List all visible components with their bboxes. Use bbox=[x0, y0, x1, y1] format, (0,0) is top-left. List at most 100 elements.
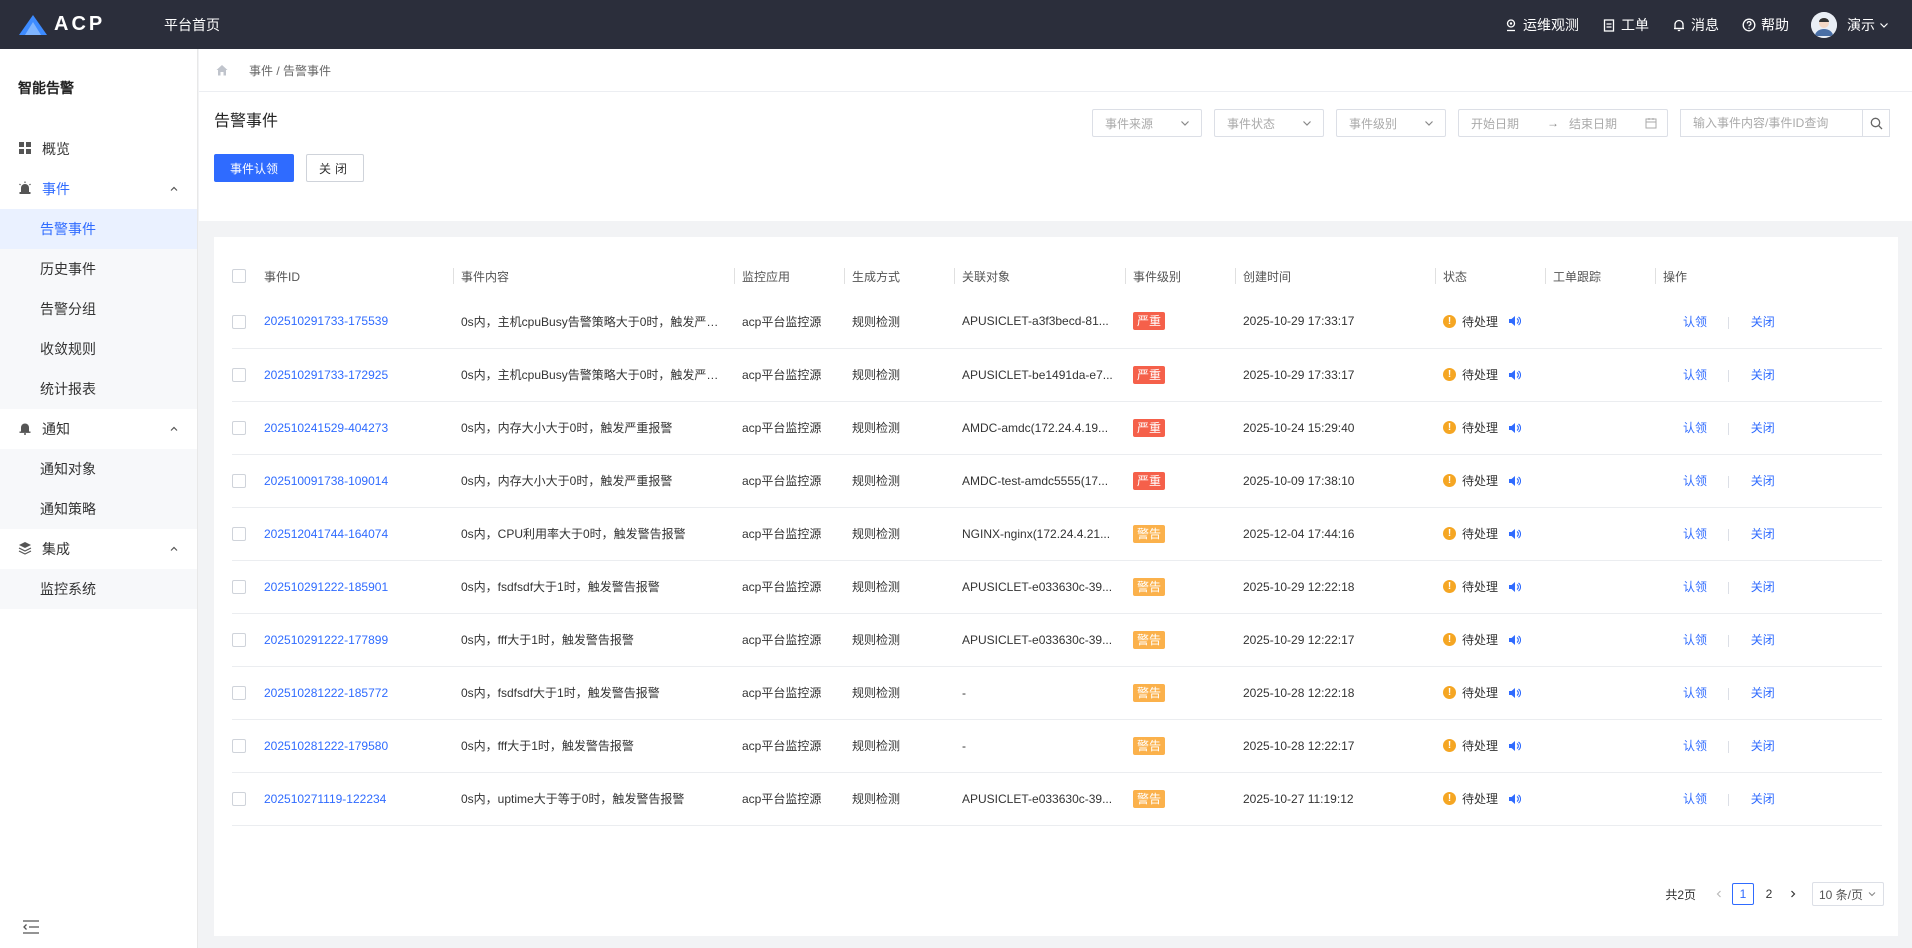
speaker-icon[interactable] bbox=[1508, 315, 1521, 327]
claim-action-link[interactable]: 认领 bbox=[1683, 686, 1707, 700]
select-all-checkbox[interactable] bbox=[232, 269, 246, 284]
table-row[interactable]: 202510291733-175539 0s内，主机cpuBusy告警策略大于0… bbox=[232, 295, 1882, 349]
page-size-select[interactable]: 10 条/页 bbox=[1812, 882, 1884, 906]
event-id-link[interactable]: 202510291733-172925 bbox=[264, 368, 388, 382]
row-checkbox[interactable] bbox=[232, 314, 246, 329]
user-avatar[interactable] bbox=[1811, 11, 1837, 38]
row-checkbox[interactable] bbox=[232, 526, 246, 541]
sidebar-group-integration[interactable]: 集成 bbox=[0, 529, 197, 569]
close-action-link[interactable]: 关闭 bbox=[1751, 474, 1775, 488]
close-action-link[interactable]: 关闭 bbox=[1751, 527, 1775, 541]
nav-messages[interactable]: 消息 bbox=[1671, 15, 1719, 35]
sidebar-item-stat-reports[interactable]: 统计报表 bbox=[0, 369, 197, 409]
speaker-icon[interactable] bbox=[1508, 475, 1521, 487]
sidebar-item-label: 概览 bbox=[42, 141, 70, 157]
page-2-button[interactable]: 2 bbox=[1758, 883, 1780, 905]
sidebar-item-monitor-systems[interactable]: 监控系统 bbox=[0, 569, 197, 609]
table-row[interactable]: 202510291733-172925 0s内，主机cpuBusy告警策略大于0… bbox=[232, 348, 1882, 402]
event-id-link[interactable]: 202510281222-185772 bbox=[264, 686, 388, 700]
home-icon[interactable] bbox=[215, 63, 229, 77]
claim-action-link[interactable]: 认领 bbox=[1683, 792, 1707, 806]
table-row[interactable]: 202510091738-109014 0s内，内存大小大于0时，触发严重报警 … bbox=[232, 454, 1882, 508]
sidebar-item-notify-targets[interactable]: 通知对象 bbox=[0, 449, 197, 489]
row-checkbox[interactable] bbox=[232, 473, 246, 488]
event-id-link[interactable]: 202510281222-179580 bbox=[264, 739, 388, 753]
speaker-icon[interactable] bbox=[1508, 687, 1521, 699]
speaker-icon[interactable] bbox=[1508, 634, 1521, 646]
close-action-link[interactable]: 关闭 bbox=[1751, 686, 1775, 700]
event-id-link[interactable]: 202510091738-109014 bbox=[264, 474, 388, 488]
sidebar-group-events[interactable]: 事件 bbox=[0, 169, 197, 209]
brand-logo[interactable]: ACP bbox=[18, 13, 164, 36]
claim-event-button[interactable]: 事件认领 bbox=[214, 154, 294, 182]
sidebar-item-overview[interactable]: 概览 bbox=[0, 129, 197, 169]
event-id-link[interactable]: 202510271119-122234 bbox=[264, 792, 386, 806]
end-date-input[interactable]: 结束日期 bbox=[1569, 115, 1617, 132]
close-action-link[interactable]: 关闭 bbox=[1751, 739, 1775, 753]
row-checkbox[interactable] bbox=[232, 420, 246, 435]
nav-ticket[interactable]: 工单 bbox=[1601, 15, 1649, 35]
event-id-link[interactable]: 202510241529-404273 bbox=[264, 421, 388, 435]
speaker-icon[interactable] bbox=[1508, 369, 1521, 381]
date-range-picker[interactable]: 开始日期 → 结束日期 bbox=[1458, 109, 1668, 137]
close-event-button[interactable]: 关闭 bbox=[306, 154, 364, 182]
row-checkbox[interactable] bbox=[232, 579, 246, 594]
event-level-select[interactable]: 事件级别 bbox=[1336, 109, 1446, 137]
table-row[interactable]: 202510281222-179580 0s内，fff大于1时，触发警告报警 a… bbox=[232, 719, 1882, 773]
table-row[interactable]: 202510291222-177899 0s内，fff大于1时，触发警告报警 a… bbox=[232, 613, 1882, 667]
clipboard-icon bbox=[1601, 17, 1617, 33]
claim-action-link[interactable]: 认领 bbox=[1683, 633, 1707, 647]
speaker-icon[interactable] bbox=[1508, 740, 1521, 752]
row-checkbox[interactable] bbox=[232, 791, 246, 806]
claim-action-link[interactable]: 认领 bbox=[1683, 580, 1707, 594]
claim-action-link[interactable]: 认领 bbox=[1683, 527, 1707, 541]
sidebar-group-notify[interactable]: 通知 bbox=[0, 409, 197, 449]
user-menu[interactable]: 演示 bbox=[1847, 15, 1890, 35]
close-action-link[interactable]: 关闭 bbox=[1751, 633, 1775, 647]
page-1-button[interactable]: 1 bbox=[1732, 883, 1754, 905]
event-id-link[interactable]: 202512041744-164074 bbox=[264, 527, 388, 541]
event-id-link[interactable]: 202510291222-177899 bbox=[264, 633, 388, 647]
close-action-link[interactable]: 关闭 bbox=[1751, 580, 1775, 594]
sidebar-item-alert-groups[interactable]: 告警分组 bbox=[0, 289, 197, 329]
sidebar-item-history-events[interactable]: 历史事件 bbox=[0, 249, 197, 289]
claim-action-link[interactable]: 认领 bbox=[1683, 315, 1707, 329]
speaker-icon[interactable] bbox=[1508, 793, 1521, 805]
speaker-icon[interactable] bbox=[1508, 528, 1521, 540]
start-date-input[interactable]: 开始日期 bbox=[1471, 115, 1519, 132]
claim-action-link[interactable]: 认领 bbox=[1683, 421, 1707, 435]
sidebar-item-notify-policies[interactable]: 通知策略 bbox=[0, 489, 197, 529]
claim-action-link[interactable]: 认领 bbox=[1683, 368, 1707, 382]
row-checkbox[interactable] bbox=[232, 738, 246, 753]
table-row[interactable]: 202510281222-185772 0s内，fsdfsdf大于1时，触发警告… bbox=[232, 666, 1882, 720]
table-row[interactable]: 202510291222-185901 0s内，fsdfsdf大于1时，触发警告… bbox=[232, 560, 1882, 614]
speaker-icon[interactable] bbox=[1508, 422, 1521, 434]
event-id-link[interactable]: 202510291222-185901 bbox=[264, 580, 388, 594]
close-action-link[interactable]: 关闭 bbox=[1751, 792, 1775, 806]
next-page-button[interactable] bbox=[1782, 883, 1804, 905]
sidebar-item-alert-events[interactable]: 告警事件 bbox=[0, 209, 197, 249]
row-checkbox[interactable] bbox=[232, 685, 246, 700]
table-row[interactable]: 202510241529-404273 0s内，内存大小大于0时，触发严重报警 … bbox=[232, 401, 1882, 455]
search-input[interactable] bbox=[1680, 109, 1862, 137]
nav-ops-observe[interactable]: 运维观测 bbox=[1503, 15, 1579, 35]
event-id-link[interactable]: 202510291733-175539 bbox=[264, 314, 388, 328]
speaker-icon[interactable] bbox=[1508, 581, 1521, 593]
row-checkbox[interactable] bbox=[232, 367, 246, 382]
sidebar-item-convergence-rules[interactable]: 收敛规则 bbox=[0, 329, 197, 369]
table-row[interactable]: 202512041744-164074 0s内，CPU利用率大于0时，触发警告报… bbox=[232, 507, 1882, 561]
row-checkbox[interactable] bbox=[232, 632, 246, 647]
close-action-link[interactable]: 关闭 bbox=[1751, 368, 1775, 382]
event-status-select[interactable]: 事件状态 bbox=[1214, 109, 1324, 137]
claim-action-link[interactable]: 认领 bbox=[1683, 474, 1707, 488]
claim-action-link[interactable]: 认领 bbox=[1683, 739, 1707, 753]
search-button[interactable] bbox=[1862, 109, 1890, 137]
nav-help[interactable]: 帮助 bbox=[1741, 15, 1789, 35]
collapse-menu-icon[interactable] bbox=[22, 919, 40, 938]
close-action-link[interactable]: 关闭 bbox=[1751, 315, 1775, 329]
close-action-link[interactable]: 关闭 bbox=[1751, 421, 1775, 435]
table-row[interactable]: 202510271119-122234 0s内，uptime大于等于0时，触发警… bbox=[232, 772, 1882, 826]
event-source-select[interactable]: 事件来源 bbox=[1092, 109, 1202, 137]
prev-page-button[interactable] bbox=[1708, 883, 1730, 905]
nav-platform-home[interactable]: 平台首页 bbox=[164, 15, 220, 35]
